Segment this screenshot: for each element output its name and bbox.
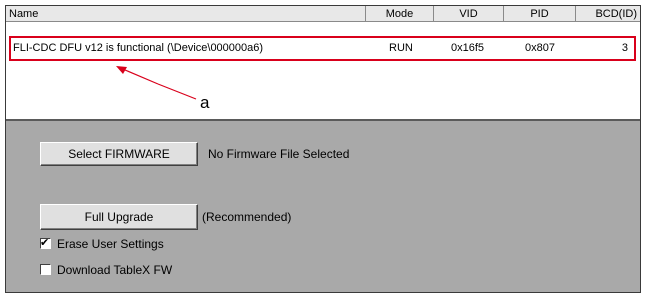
erase-user-settings-option[interactable]: ✔ Erase User Settings <box>40 236 164 252</box>
download-tablex-fw-label[interactable]: Download TableX FW <box>57 262 172 278</box>
column-header-vid[interactable]: VID <box>434 6 504 22</box>
device-name-cell: FLI-CDC DFU v12 is functional (\Device\0… <box>13 42 264 54</box>
device-list-header: Name Mode VID PID BCD(ID) <box>6 6 640 22</box>
checkmark-icon: ✔ <box>40 236 50 249</box>
device-row[interactable]: FLI-CDC DFU v12 is functional (\Device\0… <box>9 36 636 61</box>
device-vid-cell: 0x16f5 <box>451 42 485 54</box>
column-header-bcd[interactable]: BCD(ID) <box>576 6 640 22</box>
download-tablex-fw-checkbox[interactable] <box>40 264 51 275</box>
dfu-tool-panel: Name Mode VID PID BCD(ID) FLI-CDC DFU v1… <box>5 5 641 293</box>
erase-user-settings-checkbox[interactable]: ✔ <box>40 236 51 249</box>
upgrade-hint-text: (Recommended) <box>202 210 292 224</box>
device-bcd-cell: 3 <box>621 42 628 54</box>
callout-label: a <box>200 93 210 112</box>
callout-arrow-head <box>116 66 127 74</box>
column-header-name[interactable]: Name <box>6 6 366 22</box>
device-mode-cell: RUN <box>389 42 413 54</box>
callout-arrow-shaft <box>117 66 159 85</box>
download-tablex-fw-option[interactable]: Download TableX FW <box>40 262 172 278</box>
column-header-mode[interactable]: Mode <box>366 6 434 22</box>
erase-user-settings-label[interactable]: Erase User Settings <box>57 236 164 252</box>
device-pid-cell: 0x807 <box>525 42 555 54</box>
callout-arrow <box>116 66 197 100</box>
full-upgrade-button[interactable]: Full Upgrade <box>40 204 198 230</box>
column-header-pid[interactable]: PID <box>504 6 576 22</box>
callout-arrow-leader <box>157 83 197 100</box>
select-firmware-button[interactable]: Select FIRMWARE <box>40 142 198 166</box>
device-list[interactable]: Name Mode VID PID BCD(ID) FLI-CDC DFU v1… <box>6 6 640 121</box>
firmware-status-text: No Firmware File Selected <box>208 147 350 161</box>
